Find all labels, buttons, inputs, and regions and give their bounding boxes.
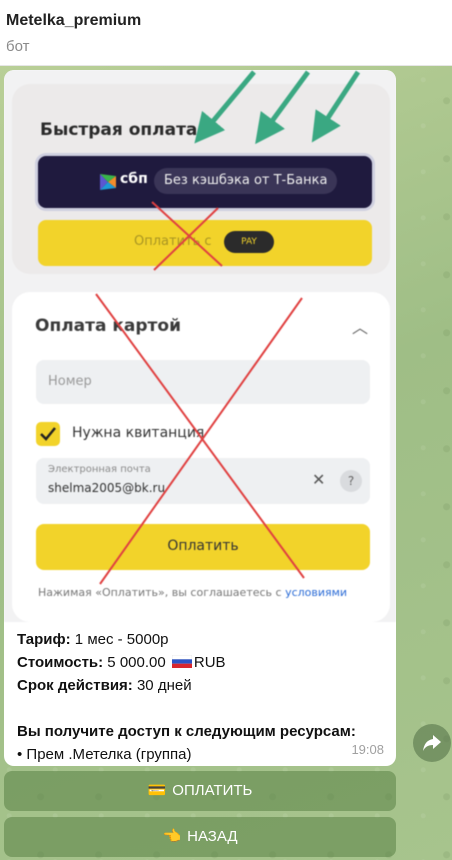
back-keyboard-label: НАЗАД	[187, 828, 238, 845]
payment-screenshot-image[interactable]: Быстрая оплата сбп Без кэшбэка от Т-Банк…	[4, 70, 396, 622]
term-value: 30 дней	[132, 677, 192, 694]
tariff-label: Тариф:	[17, 631, 71, 648]
pay-keyboard-label: ОПЛАТИТЬ	[172, 782, 253, 799]
access-heading: Вы получите доступ к следующим ресурсам:	[17, 723, 356, 740]
resource-item: • Прем .Метелка (группа)	[17, 746, 192, 763]
tariff-line: Тариф: 1 мес - 5000р	[17, 628, 389, 651]
cost-label: Стоимость:	[17, 654, 104, 671]
share-button[interactable]	[413, 724, 451, 762]
tariff-value: 1 мес - 5000р	[70, 631, 169, 648]
chat-subtitle: бот	[6, 38, 30, 55]
message-text: Тариф: 1 мес - 5000р Стоимость: 5 000.00…	[17, 628, 389, 766]
pointing-hand-icon: 👈	[162, 828, 182, 845]
green-arrows-overlay	[194, 70, 361, 145]
arrow-2	[255, 70, 311, 145]
cost-currency: RUB	[193, 654, 226, 671]
cost-line: Стоимость: 5 000.00 RUB	[17, 651, 389, 674]
back-keyboard-button[interactable]: 👈 НАЗАД	[4, 817, 396, 857]
chat-header[interactable]: Metelka_premium бот	[0, 0, 452, 66]
message-time: 19:08	[351, 742, 384, 757]
pay-keyboard-button[interactable]: 💳 ОПЛАТИТЬ	[4, 771, 396, 811]
arrow-3	[311, 70, 361, 143]
access-heading-line: Вы получите доступ к следующим ресурсам:	[17, 720, 389, 743]
chat-title[interactable]: Metelka_premium	[6, 12, 141, 30]
term-line: Срок действия: 30 дней	[17, 674, 389, 697]
message-bubble: Быстрая оплата сбп Без кэшбэка от Т-Банк…	[4, 70, 396, 766]
term-label: Срок действия:	[17, 677, 133, 694]
cost-value: 5 000.00	[103, 654, 170, 671]
russia-flag-icon	[171, 655, 192, 668]
credit-card-icon: 💳	[147, 782, 167, 799]
share-arrow-icon	[423, 735, 441, 751]
arrow-1	[194, 70, 256, 144]
